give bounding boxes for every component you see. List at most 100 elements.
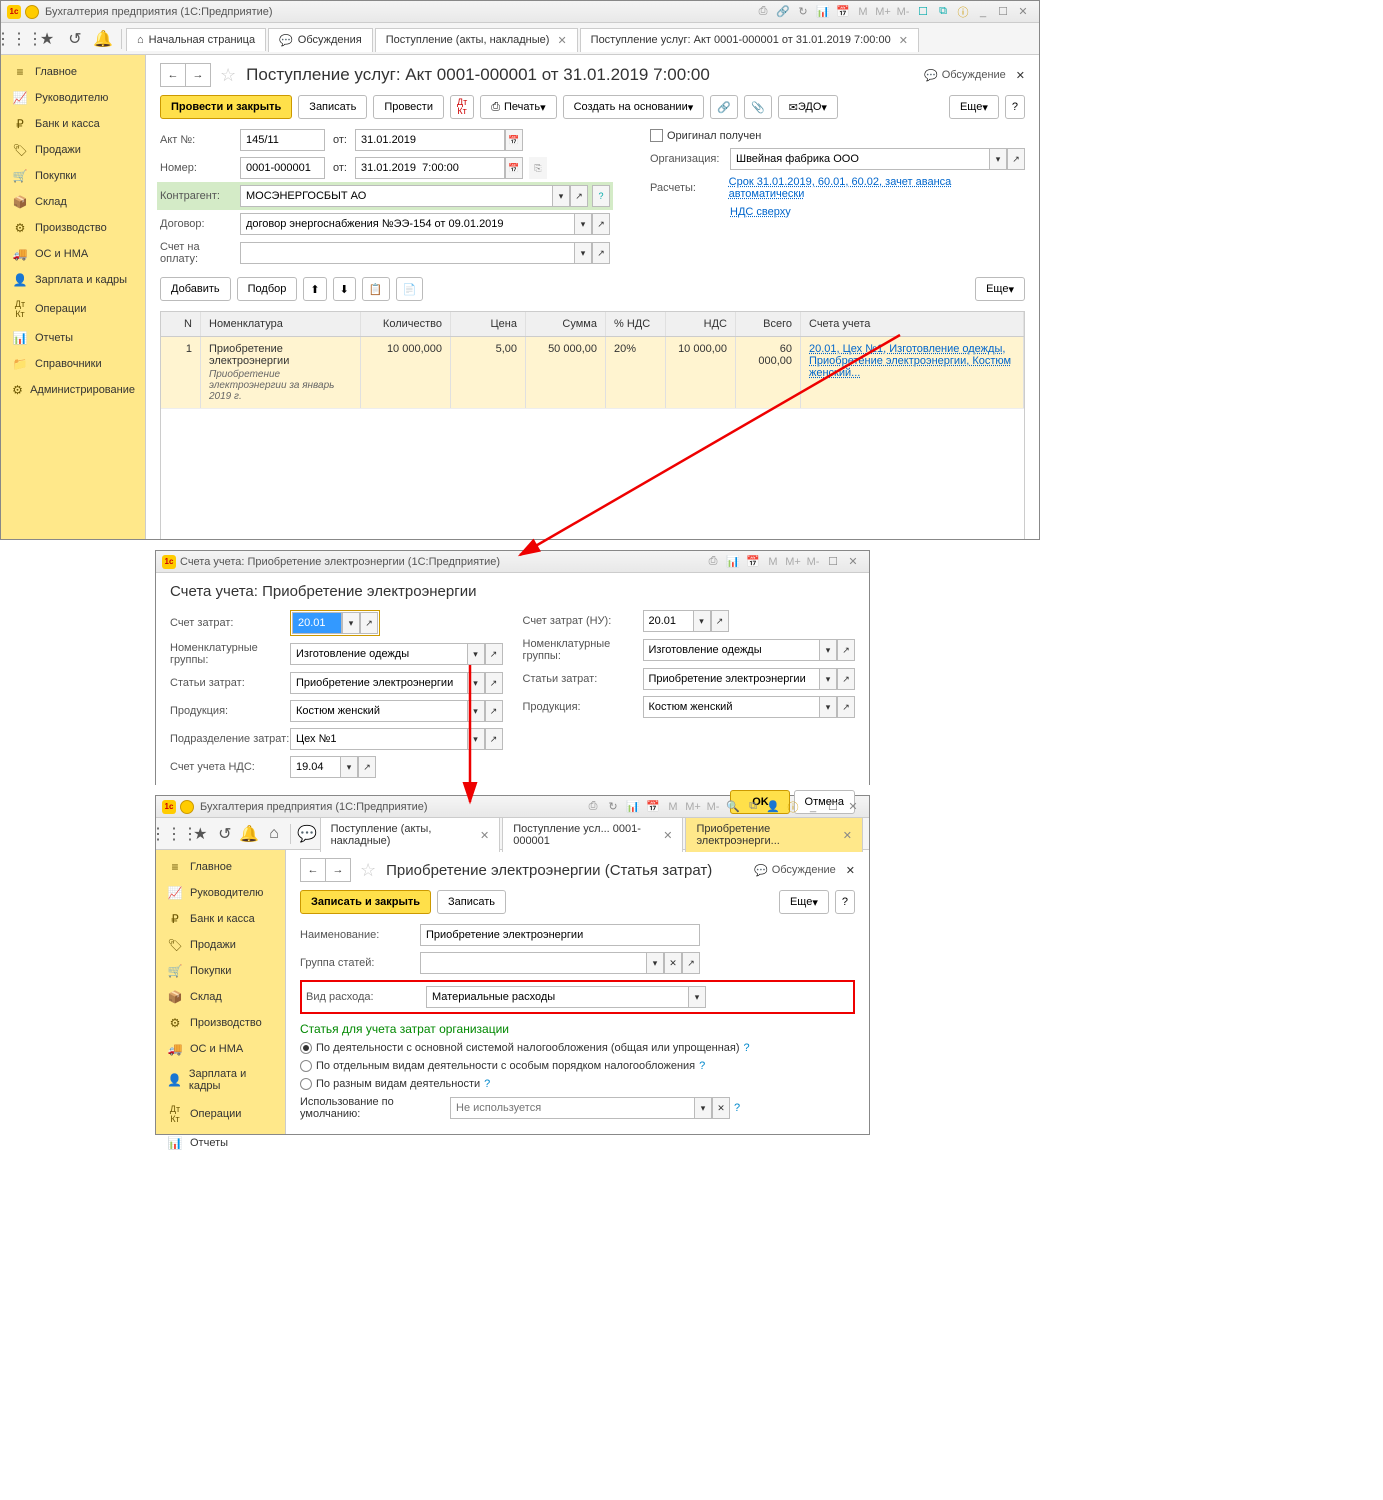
link-icon[interactable]: 🔗 [775, 4, 791, 20]
chat-icon[interactable]: 💬 [295, 820, 320, 848]
vat-link[interactable]: НДС сверху [730, 206, 791, 218]
info-icon[interactable]: ⓘ [785, 799, 801, 815]
m-minus-icon[interactable]: M- [895, 4, 911, 20]
open-icon[interactable]: ↗ [485, 672, 503, 694]
dropdown-icon[interactable]: ▾ [467, 700, 485, 722]
dropdown-icon[interactable]: ▾ [467, 672, 485, 694]
tab-cost-item[interactable]: Приобретение электроэнерги...✕ [685, 817, 863, 852]
move-down-button[interactable]: ⬇ [333, 277, 356, 301]
bell-icon[interactable]: 🔔 [89, 25, 117, 53]
m-plus-icon[interactable]: M+ [685, 799, 701, 815]
star-icon[interactable]: ★ [188, 820, 213, 848]
close-form-icon[interactable]: ✕ [1016, 69, 1025, 82]
minimize-icon[interactable]: _ [805, 799, 821, 815]
clear-icon[interactable]: ✕ [664, 952, 682, 974]
sidebar-item-salary[interactable]: 👤Зарплата и кадры [156, 1062, 285, 1098]
nom-group-input[interactable] [290, 643, 467, 665]
nom-group-input[interactable] [643, 639, 820, 661]
open-icon[interactable]: ↗ [1007, 148, 1025, 170]
print-icon[interactable]: ⎙ [755, 4, 771, 20]
window-icon[interactable]: ☐ [915, 4, 931, 20]
dropdown-icon[interactable]: ▾ [467, 728, 485, 750]
save-button[interactable]: Записать [437, 890, 506, 914]
discuss-link[interactable]: 💬Обсуждение [924, 69, 1006, 82]
m-plus-icon[interactable]: M+ [785, 554, 801, 570]
select-button[interactable]: Подбор [237, 277, 298, 301]
sidebar-item-sales[interactable]: 🏷Продажи [156, 932, 285, 958]
act-date-input[interactable] [355, 129, 505, 151]
contract-input[interactable] [240, 213, 574, 235]
sidebar-item-purchases[interactable]: 🛒Покупки [156, 958, 285, 984]
org-input[interactable] [730, 148, 989, 170]
maximize-icon[interactable]: ☐ [825, 554, 841, 570]
help-button[interactable]: ? [835, 890, 855, 914]
m-minus-icon[interactable]: M- [805, 554, 821, 570]
sidebar-item-main[interactable]: ≡Главное [156, 854, 285, 880]
cost-item-input[interactable] [290, 672, 467, 694]
sidebar-item-manager[interactable]: 📈Руководителю [1, 85, 145, 111]
open-icon[interactable]: ↗ [485, 643, 503, 665]
dept-input[interactable] [290, 728, 467, 750]
open-icon[interactable]: ↗ [592, 213, 610, 235]
table-more-button[interactable]: Еще ▾ [975, 277, 1025, 301]
default-use-input[interactable] [450, 1097, 694, 1119]
dropdown-icon[interactable]: ▾ [467, 643, 485, 665]
sidebar-item-production[interactable]: ⚙Производство [1, 215, 145, 241]
close-icon[interactable]: ✕ [845, 799, 861, 815]
star-icon[interactable]: ★ [33, 25, 61, 53]
cost-item-input[interactable] [643, 668, 820, 690]
refresh-icon[interactable]: ↻ [795, 4, 811, 20]
close-form-icon[interactable]: ✕ [846, 864, 855, 877]
favorite-star-icon[interactable]: ☆ [220, 65, 236, 86]
group-input[interactable] [420, 952, 646, 974]
dropdown-icon[interactable]: ▾ [819, 696, 837, 718]
close-icon[interactable]: ✕ [845, 554, 861, 570]
calc-link[interactable]: Срок 31.01.2019, 60.01, 60.02, зачет ава… [729, 176, 1025, 200]
calc-icon[interactable]: 📊 [725, 554, 741, 570]
nav-forward-button[interactable]: → [185, 63, 211, 87]
panels-icon[interactable]: ⧉ [745, 799, 761, 815]
help-icon[interactable]: ? [734, 1102, 740, 1114]
sidebar-item-production[interactable]: ⚙Производство [156, 1010, 285, 1036]
clear-icon[interactable]: ✕ [712, 1097, 730, 1119]
move-up-button[interactable]: ⬆ [303, 277, 326, 301]
post-button[interactable]: Провести [373, 95, 444, 119]
help-icon[interactable]: ? [744, 1042, 750, 1054]
help-icon[interactable]: ? [592, 185, 610, 207]
open-icon[interactable]: ↗ [485, 728, 503, 750]
nav-back-button[interactable]: ← [160, 63, 186, 87]
history-icon[interactable]: ↺ [213, 820, 238, 848]
search-icon[interactable]: 🔍 [725, 799, 741, 815]
tab-close-icon[interactable]: ✕ [557, 34, 566, 47]
sidebar-item-sales[interactable]: 🏷Продажи [1, 137, 145, 163]
app-menu-icon[interactable] [25, 5, 39, 19]
create-basis-button[interactable]: Создать на основании ▾ [563, 95, 705, 119]
history-icon[interactable]: ↺ [61, 25, 89, 53]
tab-receipt[interactable]: Поступление (акты, накладные)✕ [320, 817, 501, 852]
print-icon[interactable]: ⎙ [585, 799, 601, 815]
app-menu-icon[interactable] [180, 800, 194, 814]
contractor-input[interactable] [240, 185, 552, 207]
help-icon[interactable]: ? [699, 1060, 705, 1072]
number-input[interactable] [240, 157, 325, 179]
dropdown-icon[interactable]: ▾ [819, 639, 837, 661]
dropdown-icon[interactable]: ▾ [574, 242, 592, 264]
calendar-icon[interactable]: 📅 [745, 554, 761, 570]
sidebar-item-reports[interactable]: 📊Отчеты [156, 1130, 285, 1156]
vat-acc-input[interactable] [290, 756, 340, 778]
sidebar-item-assets[interactable]: 🚚ОС и НМА [156, 1036, 285, 1062]
open-icon[interactable]: ↗ [682, 952, 700, 974]
tab-document[interactable]: Поступление услуг: Акт 0001-000001 от 31… [580, 28, 919, 52]
add-row-button[interactable]: Добавить [160, 277, 231, 301]
sidebar-item-salary[interactable]: 👤Зарплата и кадры [1, 267, 145, 293]
dropdown-icon[interactable]: ▾ [574, 213, 592, 235]
tab-home[interactable]: ⌂Начальная страница [126, 28, 266, 51]
act-no-input[interactable] [240, 129, 325, 151]
open-icon[interactable]: ↗ [837, 668, 855, 690]
calendar-button[interactable]: 📅 [505, 129, 523, 151]
m-icon[interactable]: M [855, 4, 871, 20]
paste-button[interactable]: 📄 [396, 277, 424, 301]
expense-type-input[interactable] [426, 986, 688, 1008]
sidebar-item-bank[interactable]: ₽Банк и касса [156, 906, 285, 932]
tab-document[interactable]: Поступление усл... 0001-000001✕ [502, 817, 683, 852]
